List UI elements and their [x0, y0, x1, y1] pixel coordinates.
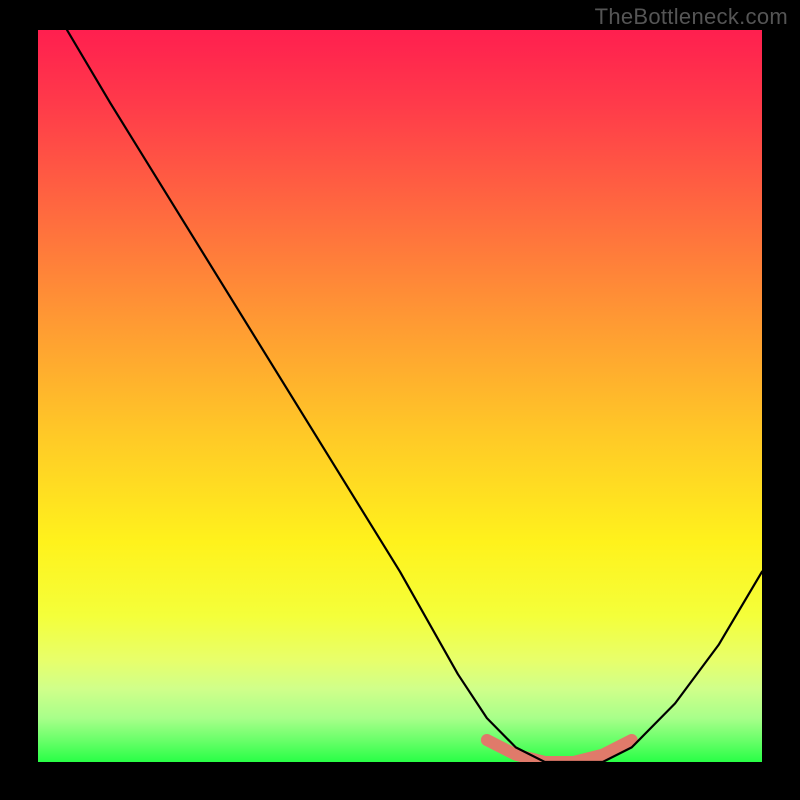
bottleneck-curve	[67, 30, 762, 762]
plot-area	[38, 30, 762, 762]
curve-overlay	[38, 30, 762, 762]
chart-frame: TheBottleneck.com	[0, 0, 800, 800]
watermark-text: TheBottleneck.com	[595, 4, 788, 30]
